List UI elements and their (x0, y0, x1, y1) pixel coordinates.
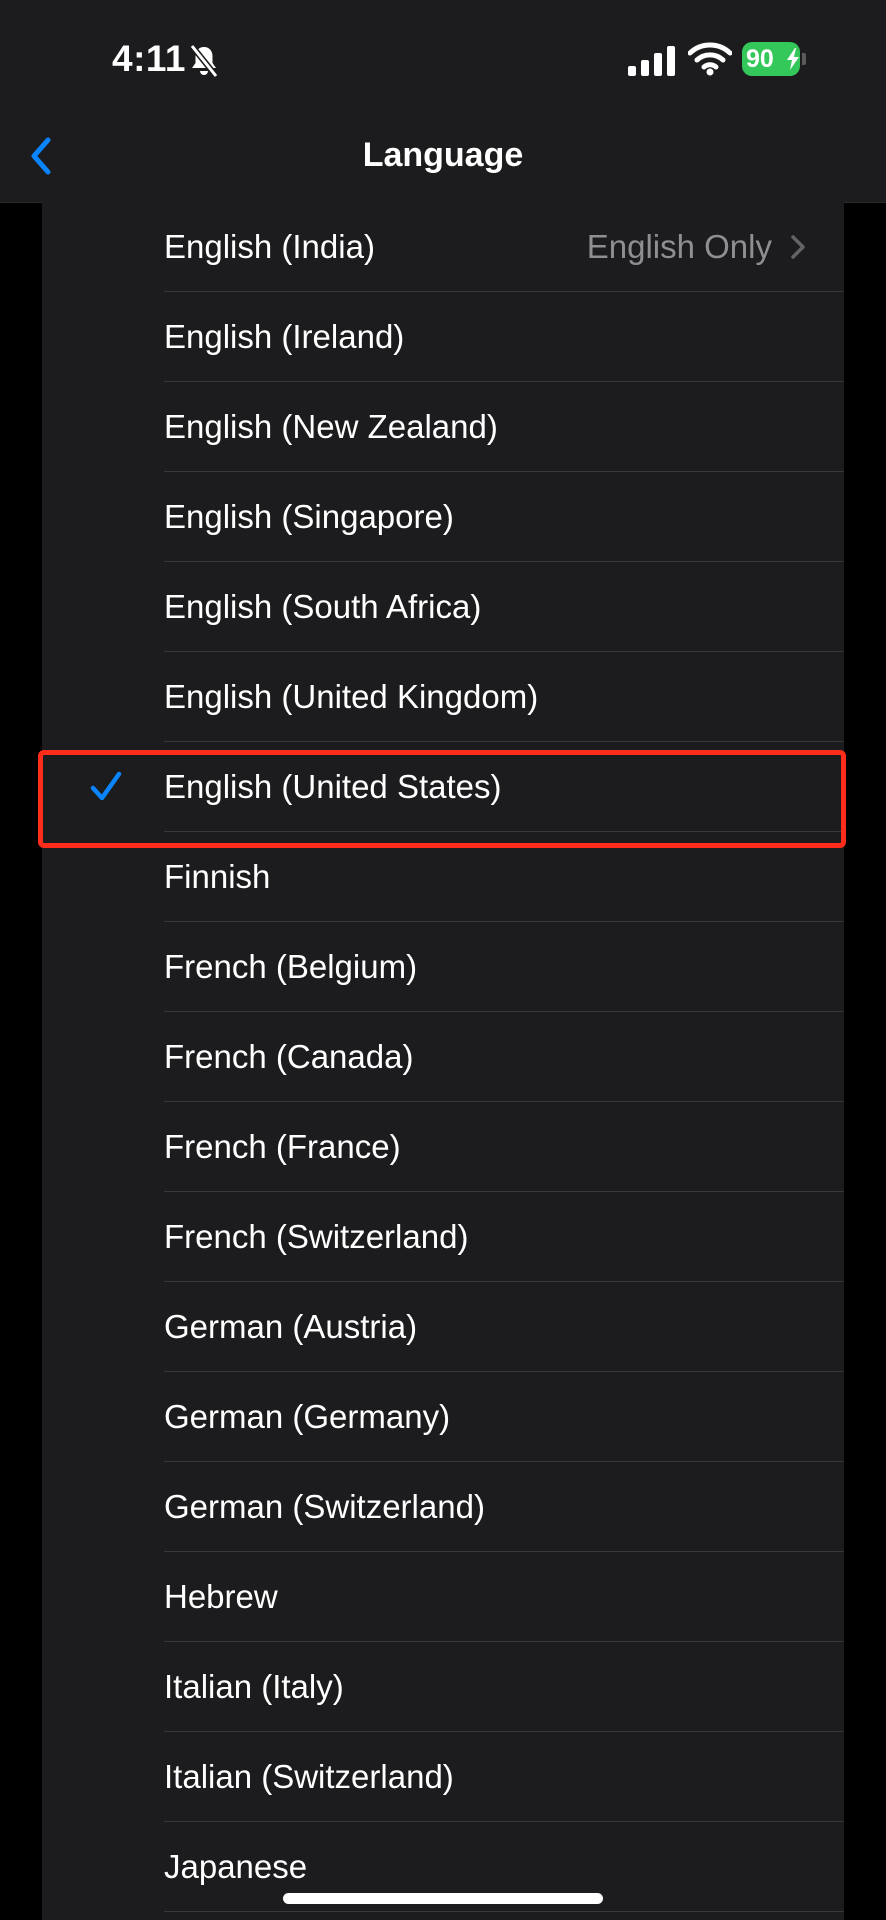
language-row[interactable]: English (India) English Only (42, 202, 844, 292)
language-row[interactable]: German (Switzerland) (42, 1462, 844, 1552)
language-label: Hebrew (164, 1578, 278, 1615)
chevron-right-icon (790, 234, 806, 260)
language-row[interactable]: English (South Africa) (42, 562, 844, 652)
language-label: English (United Kingdom) (164, 678, 539, 715)
language-detail: English Only (586, 228, 772, 265)
language-label: German (Switzerland) (164, 1488, 485, 1525)
battery-cap (802, 53, 806, 65)
language-row[interactable]: Hebrew (42, 1552, 844, 1642)
language-label: French (Canada) (164, 1038, 414, 1075)
page-title: Language (362, 136, 524, 174)
language-label: English (India) (164, 228, 375, 265)
language-row[interactable]: Italian (Switzerland) (42, 1732, 844, 1822)
language-row-selected[interactable]: English (United States) (42, 742, 844, 832)
navigation-bar: Language (0, 118, 886, 203)
language-row[interactable]: French (Belgium) (42, 922, 844, 1012)
language-row[interactable]: English (Ireland) (42, 292, 844, 382)
home-indicator[interactable] (283, 1893, 603, 1904)
language-label: Italian (Italy) (164, 1668, 344, 1705)
language-row[interactable]: Italian (Italy) (42, 1642, 844, 1732)
status-bar: 4:11 90 (0, 0, 886, 118)
signal-icon (628, 46, 676, 76)
bolt-icon (786, 48, 800, 70)
language-row[interactable]: English (United Kingdom) (42, 652, 844, 742)
language-row[interactable]: German (Austria) (42, 1282, 844, 1372)
language-label: English (New Zealand) (164, 408, 498, 445)
language-label: French (France) (164, 1128, 401, 1165)
language-label: Italian (Switzerland) (164, 1758, 454, 1795)
language-label: English (Ireland) (164, 318, 405, 355)
language-label: English (Singapore) (164, 498, 454, 535)
language-label: French (Switzerland) (164, 1218, 469, 1255)
language-list: English (India) English Only English (Irel… (42, 202, 844, 1920)
language-label: Finnish (164, 858, 271, 895)
language-row[interactable]: English (Singapore) (42, 472, 844, 562)
language-row[interactable]: Finnish (42, 832, 844, 922)
language-row[interactable]: French (Switzerland) (42, 1192, 844, 1282)
status-time: 4:11 (112, 38, 187, 79)
language-label: German (Austria) (164, 1308, 418, 1345)
checkmark-icon (88, 769, 124, 805)
row-divider (164, 1911, 844, 1912)
language-label: English (United States) (164, 768, 502, 805)
battery-charging-icon: 90 (742, 42, 808, 76)
language-row[interactable]: English (New Zealand) (42, 382, 844, 472)
language-row[interactable]: French (Canada) (42, 1012, 844, 1102)
language-row[interactable]: German (Germany) (42, 1372, 844, 1462)
language-label: English (South Africa) (164, 588, 482, 625)
language-label: French (Belgium) (164, 948, 418, 985)
language-row[interactable]: French (France) (42, 1102, 844, 1192)
bell-slash-icon (188, 44, 220, 78)
wifi-icon (687, 42, 733, 76)
language-label: German (Germany) (164, 1398, 451, 1435)
